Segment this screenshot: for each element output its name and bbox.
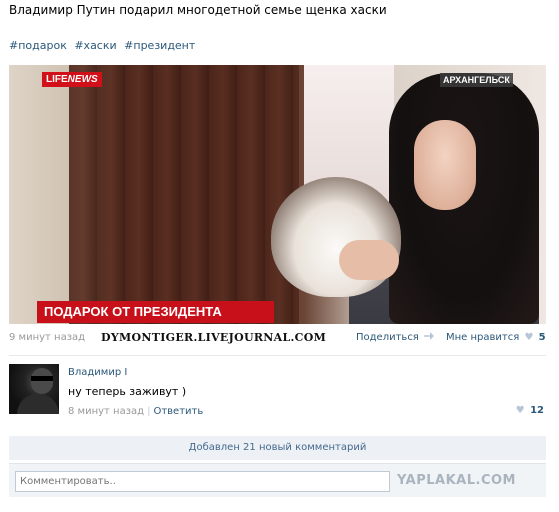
hashtag-president[interactable]: #президент — [124, 39, 195, 52]
video-frame-woman-face — [414, 120, 476, 210]
new-comments-button[interactable]: Добавлен 21 новый комментарий — [9, 436, 546, 460]
hashtag-gift[interactable]: #подарок — [9, 39, 67, 52]
divider — [9, 355, 546, 356]
comment-input[interactable] — [15, 471, 390, 492]
share-icon — [424, 332, 435, 340]
like-count: 5 — [538, 332, 546, 343]
comment-text: ну теперь заживут ) — [68, 385, 187, 398]
heart-icon: ♥ — [515, 405, 525, 416]
news-banner: ПОДАРОК ОТ ПРЕЗИДЕНТА — [37, 301, 274, 323]
watermark-livejournal: DYMONTIGER.LIVEJOURNAL.COM — [101, 331, 327, 344]
location-label: АРХАНГЕЛЬСК — [440, 73, 513, 87]
share-button[interactable]: Поделиться — [356, 332, 435, 343]
comment-time[interactable]: 8 минут назад — [68, 406, 144, 417]
reply-box: YAPLAKAL.COM — [9, 463, 546, 497]
avatar[interactable] — [9, 364, 59, 414]
heart-icon: ♥ — [524, 332, 534, 343]
comment-item: Владимир I ну теперь заживут ) 8 минут н… — [9, 364, 546, 424]
hashtags: #подарок #хаски #президент — [9, 39, 199, 52]
hashtag-husky[interactable]: #хаски — [74, 39, 116, 52]
like-button[interactable]: Мне нравится ♥ 5 — [446, 332, 546, 343]
comment-like-count: 12 — [530, 405, 544, 416]
share-label: Поделиться — [356, 332, 419, 343]
comment-meta: 8 минут назад | Ответить — [68, 406, 204, 417]
video-player[interactable]: LIFENEWS АРХАНГЕЛЬСК ПОДАРОК ОТ ПРЕЗИДЕН… — [9, 65, 546, 324]
post-time[interactable]: 9 минут назад — [9, 332, 85, 343]
video-frame-curtain — [69, 65, 299, 324]
like-label: Мне нравится — [446, 332, 520, 343]
channel-logo: LIFENEWS — [42, 72, 102, 87]
watermark-yaplakal: YAPLAKAL.COM — [397, 473, 516, 488]
comment-author[interactable]: Владимир I — [68, 367, 127, 378]
video-frame-hand — [339, 240, 399, 280]
post-title: Владимир Путин подарил многодетной семье… — [9, 3, 387, 17]
comment-like-button[interactable]: ♥ 12 — [514, 405, 544, 416]
post-meta: 9 минут назад DYMONTIGER.LIVEJOURNAL.COM… — [9, 331, 546, 347]
reply-button[interactable]: Ответить — [153, 406, 203, 417]
